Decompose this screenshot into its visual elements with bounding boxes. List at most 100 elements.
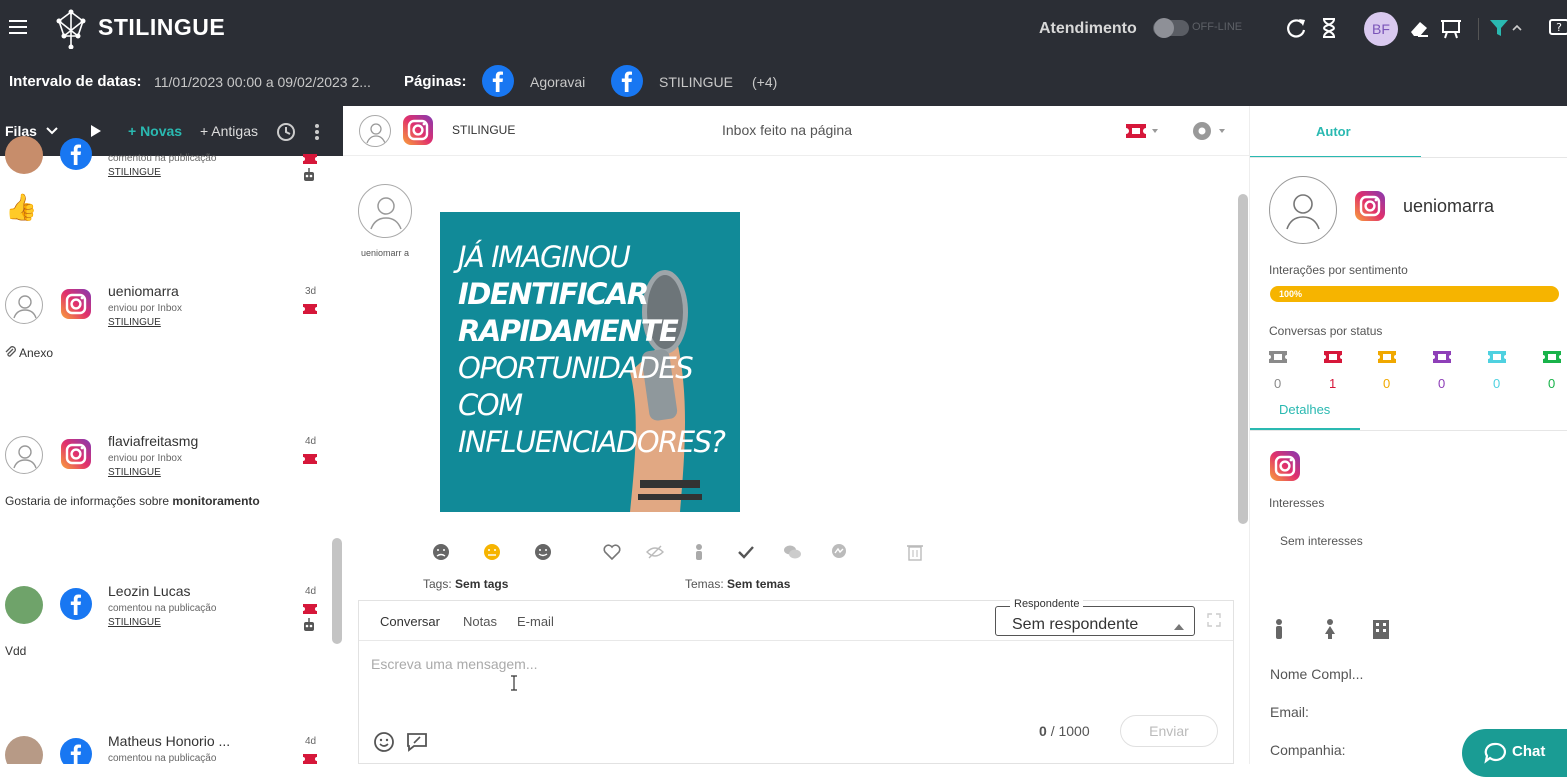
user-avatar bbox=[5, 286, 43, 324]
sentiment-neutral-icon[interactable] bbox=[482, 542, 502, 562]
date-range-label: Intervalo de datas: bbox=[9, 73, 142, 90]
facebook-icon bbox=[482, 65, 514, 97]
heart-icon[interactable] bbox=[602, 542, 622, 562]
themes-row[interactable]: Temas: Sem temas bbox=[685, 577, 790, 591]
conversation-name: ueniomarra bbox=[108, 283, 179, 299]
ticket-status-dropdown-icon[interactable] bbox=[1126, 124, 1160, 138]
conversation-scrollbar[interactable] bbox=[1238, 194, 1248, 524]
conversation-preview: Gostaria de informações sobre monitorame… bbox=[5, 494, 260, 508]
robot-icon bbox=[304, 618, 314, 631]
conversation-page[interactable]: STILINGUE bbox=[108, 617, 161, 628]
status-toggle[interactable] bbox=[1153, 18, 1189, 38]
new-conversations-button[interactable]: + Novas bbox=[128, 123, 182, 139]
female-icon[interactable] bbox=[1322, 618, 1338, 640]
status-count-green: 0 bbox=[1548, 376, 1556, 391]
company-field[interactable]: Companhia: bbox=[1270, 742, 1346, 758]
page-name-stilingue[interactable]: STILINGUE bbox=[659, 74, 733, 90]
post-headline-line: JÁ IMAGINOU bbox=[458, 240, 631, 274]
sentiment-positive-icon[interactable] bbox=[533, 542, 553, 562]
post-headline-line: RAPIDAMENTE bbox=[458, 314, 679, 348]
presentation-icon[interactable] bbox=[1440, 17, 1462, 39]
eraser-icon[interactable] bbox=[1408, 17, 1430, 39]
conversation-panel: STILINGUE Inbox feito na página ueniomar… bbox=[343, 106, 1249, 764]
facebook-icon bbox=[60, 138, 92, 170]
composer-tabs: Conversar Notas E-mail Respondente Sem r… bbox=[359, 598, 1233, 641]
settings-gear-dropdown-icon[interactable] bbox=[1191, 121, 1227, 141]
queue-panel: Filas + Novas + Antigas comentou na publ… bbox=[0, 106, 343, 764]
status-count-red: 1 bbox=[1329, 376, 1337, 391]
interests-label: Interesses bbox=[1269, 496, 1325, 510]
robot-icon bbox=[304, 168, 314, 181]
old-conversations-button[interactable]: + Antigas bbox=[200, 123, 258, 139]
conversation-preview: Anexo bbox=[19, 346, 54, 360]
full-name-field[interactable]: Nome Compl... bbox=[1270, 666, 1363, 682]
check-icon[interactable] bbox=[736, 542, 756, 562]
user-avatar bbox=[5, 136, 43, 174]
sentiment-negative-icon[interactable] bbox=[431, 542, 451, 562]
chat-button[interactable]: Chat bbox=[1462, 729, 1567, 777]
history-icon[interactable] bbox=[276, 122, 296, 142]
themes-value: Sem temas bbox=[727, 577, 791, 591]
conversation-origin: comentou na publicação bbox=[108, 603, 217, 614]
trash-icon[interactable] bbox=[905, 542, 925, 562]
tags-row[interactable]: Tags: Sem tags bbox=[423, 577, 508, 591]
instagram-icon bbox=[1270, 451, 1300, 481]
stilingue-logo-icon bbox=[56, 9, 86, 49]
message-input[interactable]: Escreva uma mensagem... bbox=[371, 656, 538, 672]
conversation-page[interactable]: STILINGUE bbox=[108, 467, 161, 478]
facebook-icon bbox=[60, 588, 92, 620]
menu-icon[interactable] bbox=[9, 20, 27, 34]
expand-icon[interactable] bbox=[1207, 613, 1221, 627]
filter-icon[interactable] bbox=[1488, 17, 1510, 39]
help-icon[interactable]: ? bbox=[1548, 17, 1567, 39]
hide-icon[interactable] bbox=[645, 542, 665, 562]
refresh-icon[interactable] bbox=[1285, 17, 1307, 39]
date-range-value[interactable]: 11/01/2023 00:00 a 09/02/2023 2... bbox=[154, 74, 371, 90]
building-icon[interactable] bbox=[1371, 618, 1391, 640]
themes-label: Temas: bbox=[685, 577, 724, 591]
reply-private-icon[interactable] bbox=[782, 542, 802, 562]
more-pages[interactable]: (+4) bbox=[752, 74, 777, 90]
tab-detalhes[interactable]: Detalhes bbox=[1250, 402, 1360, 430]
hourglass-icon[interactable] bbox=[1318, 17, 1340, 39]
ticket-yellow-icon bbox=[1378, 351, 1396, 363]
conversation-name: Matheus Honorio ... bbox=[108, 733, 231, 749]
responder-select[interactable]: Respondente Sem respondente bbox=[995, 598, 1195, 636]
male-icon[interactable] bbox=[1271, 618, 1287, 640]
brand-name: STILINGUE bbox=[98, 14, 226, 40]
tab-conversar[interactable]: Conversar bbox=[380, 614, 440, 629]
instagram-icon bbox=[403, 115, 433, 145]
conversation-origin: enviou por Inbox bbox=[108, 453, 182, 464]
responder-label: Respondente bbox=[1010, 598, 1084, 610]
ticket-green-icon bbox=[1543, 351, 1561, 363]
tab-autor[interactable]: Autor bbox=[1250, 106, 1421, 158]
status-count-gray: 0 bbox=[1274, 376, 1282, 391]
queue-scrollbar[interactable] bbox=[332, 538, 342, 644]
play-icon[interactable] bbox=[90, 124, 102, 138]
conversation-page[interactable]: STILINGUE bbox=[108, 167, 161, 178]
tab-notas[interactable]: Notas bbox=[463, 614, 497, 629]
facebook-icon bbox=[60, 738, 92, 764]
page-name-agoravai[interactable]: Agoravai bbox=[530, 74, 585, 90]
page-name: STILINGUE bbox=[452, 123, 516, 137]
more-options-icon[interactable] bbox=[314, 123, 320, 141]
conversation-page[interactable]: STILINGUE bbox=[108, 317, 161, 328]
post-headline-line: OPORTUNIDADES bbox=[458, 351, 694, 385]
text-cursor-icon bbox=[511, 675, 517, 691]
chevron-down-icon[interactable] bbox=[46, 126, 58, 136]
emoji-icon[interactable] bbox=[373, 731, 395, 753]
user-avatar[interactable]: BF bbox=[1364, 12, 1398, 46]
person-icon[interactable] bbox=[689, 542, 709, 562]
chevron-up-icon[interactable] bbox=[1510, 17, 1524, 39]
post-image[interactable]: JÁ IMAGINOU IDENTIFICAR RAPIDAMENTE OPOR… bbox=[440, 212, 740, 512]
send-button[interactable]: Enviar bbox=[1120, 715, 1218, 747]
post-headline-line: COM bbox=[458, 388, 523, 422]
tab-email[interactable]: E-mail bbox=[517, 614, 554, 629]
instagram-icon bbox=[1355, 191, 1385, 221]
messenger-icon[interactable] bbox=[829, 542, 849, 562]
divider bbox=[1250, 430, 1567, 431]
status-count-purple: 0 bbox=[1438, 376, 1446, 391]
tags-label: Tags: bbox=[423, 577, 452, 591]
email-field[interactable]: Email: bbox=[1270, 704, 1309, 720]
quick-reply-icon[interactable] bbox=[406, 731, 428, 753]
